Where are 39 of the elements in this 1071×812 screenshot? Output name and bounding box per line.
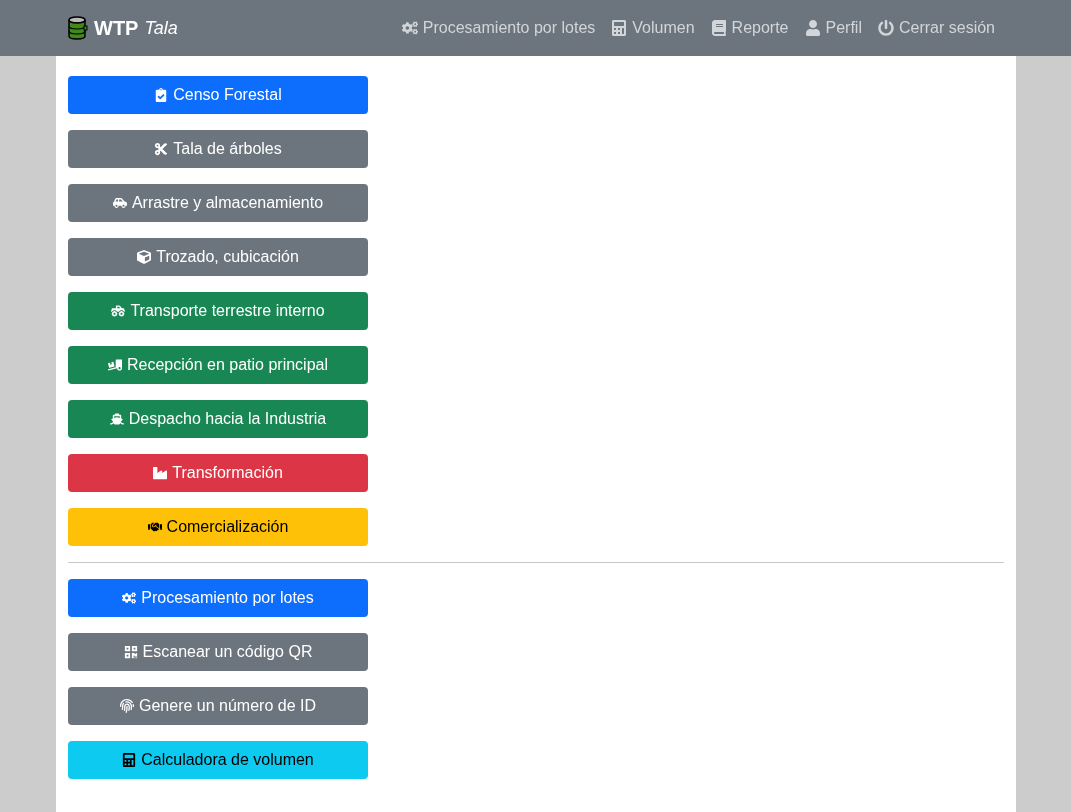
action-button[interactable]: Procesamiento por lotes: [68, 579, 368, 617]
power-icon: [877, 20, 894, 36]
clipboard-check-icon: [154, 88, 169, 102]
factory-icon: [153, 466, 168, 480]
cube-icon: [137, 250, 152, 264]
action-button[interactable]: Tala de árboles: [68, 130, 368, 168]
action-button[interactable]: Escanear un código QR: [68, 633, 368, 671]
handshake-icon: [147, 520, 162, 534]
action-button[interactable]: Recepción en patio principal: [68, 346, 368, 384]
book-icon: [710, 20, 727, 36]
action-button[interactable]: Transformación: [68, 454, 368, 492]
action-button[interactable]: Despacho hacia la Industria: [68, 400, 368, 438]
action-button[interactable]: Trozado, cubicación: [68, 238, 368, 276]
nav-link[interactable]: Cerrar sesión: [877, 16, 995, 40]
barrel-icon: [68, 16, 88, 40]
calculator-icon: [122, 753, 137, 767]
calculator-icon: [611, 20, 628, 36]
user-icon: [804, 20, 821, 36]
truck-icon: [111, 304, 126, 318]
action-button[interactable]: Arrastre y almacenamiento: [68, 184, 368, 222]
brand-subtitle: Tala: [144, 16, 178, 40]
ship-icon: [109, 412, 124, 426]
gears-icon: [401, 20, 418, 36]
fingerprint-icon: [120, 699, 134, 713]
truck-loading-icon: [108, 358, 122, 372]
action-button[interactable]: Comercialización: [68, 508, 368, 546]
action-button[interactable]: Calculadora de volumen: [68, 741, 368, 779]
nav-link[interactable]: Procesamiento por lotes: [401, 16, 596, 40]
scissors-icon: [154, 142, 169, 156]
qr-code-icon: [123, 645, 138, 659]
action-button[interactable]: Censo Forestal: [68, 76, 368, 114]
car-icon: [112, 196, 127, 210]
nav-link[interactable]: Perfil: [804, 16, 862, 40]
action-button[interactable]: Genere un número de ID: [68, 687, 368, 725]
nav-link[interactable]: Reporte: [710, 16, 789, 40]
brand-name: WTP: [94, 16, 139, 41]
gears-icon: [122, 591, 137, 605]
nav-link[interactable]: Volumen: [611, 16, 695, 40]
action-button[interactable]: Transporte terrestre interno: [68, 292, 368, 330]
